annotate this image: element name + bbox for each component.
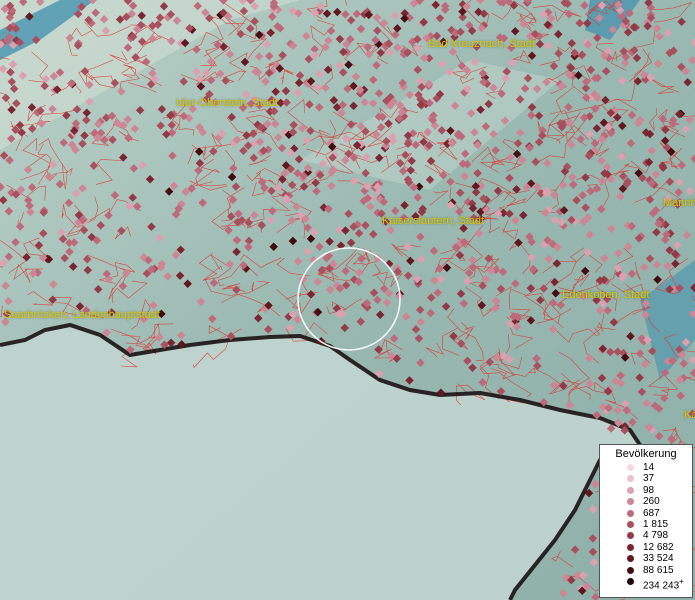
legend-title: Bevölkerung <box>615 448 677 460</box>
legend-label: 33 524 <box>643 553 674 565</box>
legend-item: 14 <box>600 462 692 473</box>
legend-swatch <box>627 520 634 528</box>
legend-item: 98 <box>600 485 692 496</box>
legend-label: 260 <box>643 496 660 508</box>
legend-swatch <box>627 566 634 574</box>
legend-swatch <box>627 555 634 563</box>
legend-item: 687 <box>600 508 692 519</box>
legend-swatch <box>627 532 634 540</box>
legend-swatch <box>627 509 634 517</box>
legend-label: 1 815 <box>643 518 669 530</box>
legend-swatch <box>627 464 634 471</box>
legend-label: 37 <box>643 473 655 485</box>
legend-item: 1 815 <box>600 519 692 530</box>
place-label-mannheim-partial[interactable]: Mannh <box>663 198 695 209</box>
legend-label: 14 <box>643 462 655 473</box>
place-label-saarbruecken[interactable]: Saarbrücken, Landeshauptstadt <box>4 310 160 321</box>
legend-label: 4 798 <box>643 530 669 542</box>
legend-open-end-marker: + <box>679 576 684 586</box>
legend-item: 260 <box>600 496 692 507</box>
legend-label: 12 682 <box>643 541 674 553</box>
legend-item: 33 524 <box>600 553 692 564</box>
place-label-edenkoben[interactable]: Edenkoben, Stadt <box>562 290 649 301</box>
legend-item: 37 <box>600 473 692 484</box>
legend-swatch <box>627 498 634 506</box>
place-label-kaiserslautern[interactable]: Kaiserslautern, Stadt <box>382 216 484 227</box>
place-label-idar-oberstein[interactable]: Idar-Oberstein, Stadt <box>176 98 278 109</box>
legend-label: 234 243+ <box>643 576 684 592</box>
legend-label: 98 <box>643 484 655 496</box>
legend-swatch <box>627 475 634 483</box>
place-label-bad-kreuznach[interactable]: Bad Kreuznach, Stadt <box>428 39 535 50</box>
legend-items: 14 37 98 260 687 1 815 4 798 12 682 33 524 88 615… <box>600 462 692 591</box>
legend-item: 88 615 <box>600 565 692 576</box>
legend-swatch <box>627 577 634 585</box>
legend-label: 687 <box>643 507 660 519</box>
population-legend: Bevölkerung 14 37 98 260 687 1 815 4 798 12 682… <box>599 444 693 598</box>
place-label-ka-partial[interactable]: Ka <box>684 410 695 421</box>
legend-label: 88 615 <box>643 564 674 576</box>
legend-swatch <box>627 543 634 551</box>
legend-swatch <box>627 486 634 494</box>
legend-item: 234 243+ <box>600 576 692 591</box>
legend-item: 4 798 <box>600 530 692 541</box>
legend-item: 12 682 <box>600 542 692 553</box>
